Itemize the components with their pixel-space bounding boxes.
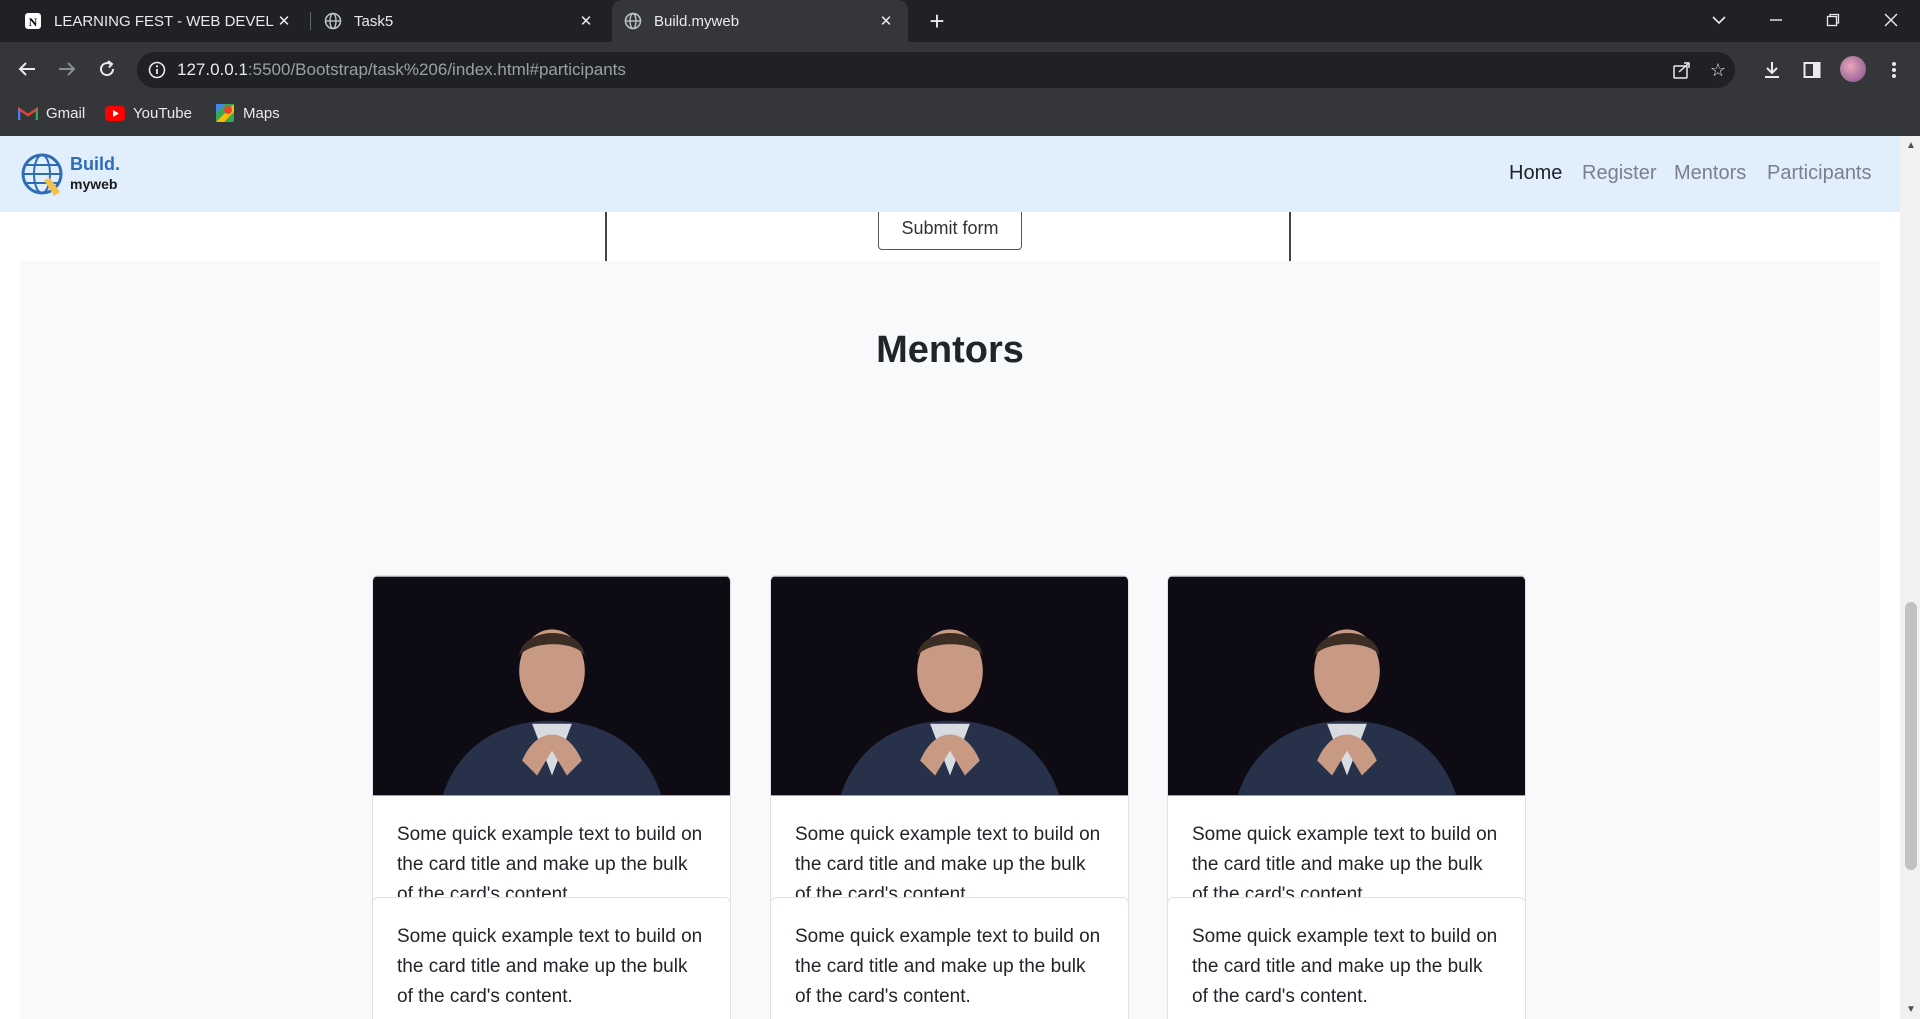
notion-icon: N <box>24 12 42 30</box>
tab-learning-fest[interactable]: N LEARNING FEST - WEB DEVELOP ✕ <box>12 0 306 42</box>
page-scrollbar[interactable]: ▲ ▼ <box>1900 136 1920 1019</box>
bookmark-label: YouTube <box>133 104 192 122</box>
brand-logo[interactable]: Build. myweb <box>20 152 130 198</box>
download-icon[interactable] <box>1756 54 1788 86</box>
site-navbar: Build. myweb Home Register Mentors Parti… <box>0 136 1900 212</box>
bookmark-gmail[interactable]: Gmail <box>18 100 85 126</box>
side-panel-icon[interactable] <box>1796 54 1828 86</box>
address-bar[interactable]: 127.0.0.1:5500/Bootstrap/task%206/index.… <box>137 52 1735 88</box>
bookmark-maps[interactable]: Maps <box>215 100 280 126</box>
brand-name: Build. <box>70 154 120 174</box>
url-text: 127.0.0.1:5500/Bootstrap/task%206/index.… <box>177 60 626 80</box>
globe-icon <box>324 12 342 30</box>
tab-title: LEARNING FEST - WEB DEVELOP <box>54 12 274 30</box>
tab-title: Task5 <box>354 12 394 30</box>
section-heading: Mentors <box>876 329 1024 371</box>
mentor-card-text: Some quick example text to build on the … <box>1167 897 1526 1019</box>
reload-icon[interactable] <box>92 52 122 86</box>
site-info-icon[interactable] <box>147 60 167 80</box>
mentor-card-text: Some quick example text to build on the … <box>770 897 1129 1019</box>
bookmark-star-icon[interactable]: ☆ <box>1706 58 1730 82</box>
card-text: Some quick example text to build on the … <box>1192 926 1498 1007</box>
tab-title: Build.myweb <box>654 12 740 30</box>
mentor-photo <box>771 576 1128 796</box>
bookmark-label: Gmail <box>46 104 86 122</box>
back-icon[interactable] <box>12 52 42 86</box>
close-icon[interactable]: ✕ <box>876 12 896 30</box>
mentors-section: Mentors Some quick example text to build… <box>20 261 1880 1019</box>
mentor-photo <box>373 576 730 796</box>
globe-logo-icon <box>21 153 63 196</box>
close-window-icon[interactable] <box>1869 0 1913 40</box>
nav-mentors[interactable]: Mentors <box>1674 162 1746 185</box>
svg-text:N: N <box>29 15 38 29</box>
url-host: 127.0.0.1 <box>177 60 248 79</box>
submit-form-button[interactable]: Submit form <box>878 206 1022 250</box>
scroll-down-icon[interactable]: ▼ <box>1906 1004 1916 1015</box>
bookmark-label: Maps <box>243 104 280 122</box>
forward-icon[interactable] <box>52 52 82 86</box>
mentor-card: Some quick example text to build on the … <box>372 575 731 935</box>
tab-build-myweb[interactable]: Build.myweb ✕ <box>612 0 908 42</box>
card-text: Some quick example text to build on the … <box>397 926 703 1007</box>
nav-home[interactable]: Home <box>1509 162 1562 185</box>
mentor-card-text: Some quick example text to build on the … <box>372 897 731 1019</box>
browser-tab-strip: N LEARNING FEST - WEB DEVELOP ✕ Task5 ✕ … <box>0 0 1920 42</box>
card-text: Some quick example text to build on the … <box>795 926 1101 1007</box>
brand-subname: myweb <box>70 176 118 192</box>
profile-avatar[interactable] <box>1840 56 1866 82</box>
maps-icon <box>215 104 235 122</box>
nav-register[interactable]: Register <box>1582 162 1656 185</box>
url-path: :5500/Bootstrap/task%206/index.html#part… <box>247 60 626 79</box>
scrollbar-thumb[interactable] <box>1905 602 1917 870</box>
restore-icon[interactable] <box>1811 0 1855 40</box>
tab-separator <box>310 12 311 30</box>
gmail-icon <box>18 105 38 121</box>
youtube-icon <box>105 105 125 121</box>
nav-participants[interactable]: Participants <box>1767 162 1872 185</box>
bookmark-youtube[interactable]: YouTube <box>105 100 192 126</box>
page-viewport: Build. myweb Home Register Mentors Parti… <box>0 136 1900 1019</box>
mentor-card: Some quick example text to build on the … <box>1167 575 1526 935</box>
close-icon[interactable]: ✕ <box>274 12 294 30</box>
new-tab-button[interactable]: + <box>922 6 952 36</box>
minimize-icon[interactable] <box>1754 0 1798 40</box>
scroll-up-icon[interactable]: ▲ <box>1906 140 1916 151</box>
mentor-photo <box>1168 576 1525 796</box>
share-icon[interactable] <box>1670 58 1694 82</box>
globe-icon <box>624 12 642 30</box>
tab-search-icon[interactable] <box>1697 0 1741 40</box>
mentor-card: Some quick example text to build on the … <box>770 575 1129 935</box>
tab-task5[interactable]: Task5 ✕ <box>312 0 608 42</box>
menu-icon[interactable] <box>1878 54 1910 86</box>
close-icon[interactable]: ✕ <box>576 12 596 30</box>
